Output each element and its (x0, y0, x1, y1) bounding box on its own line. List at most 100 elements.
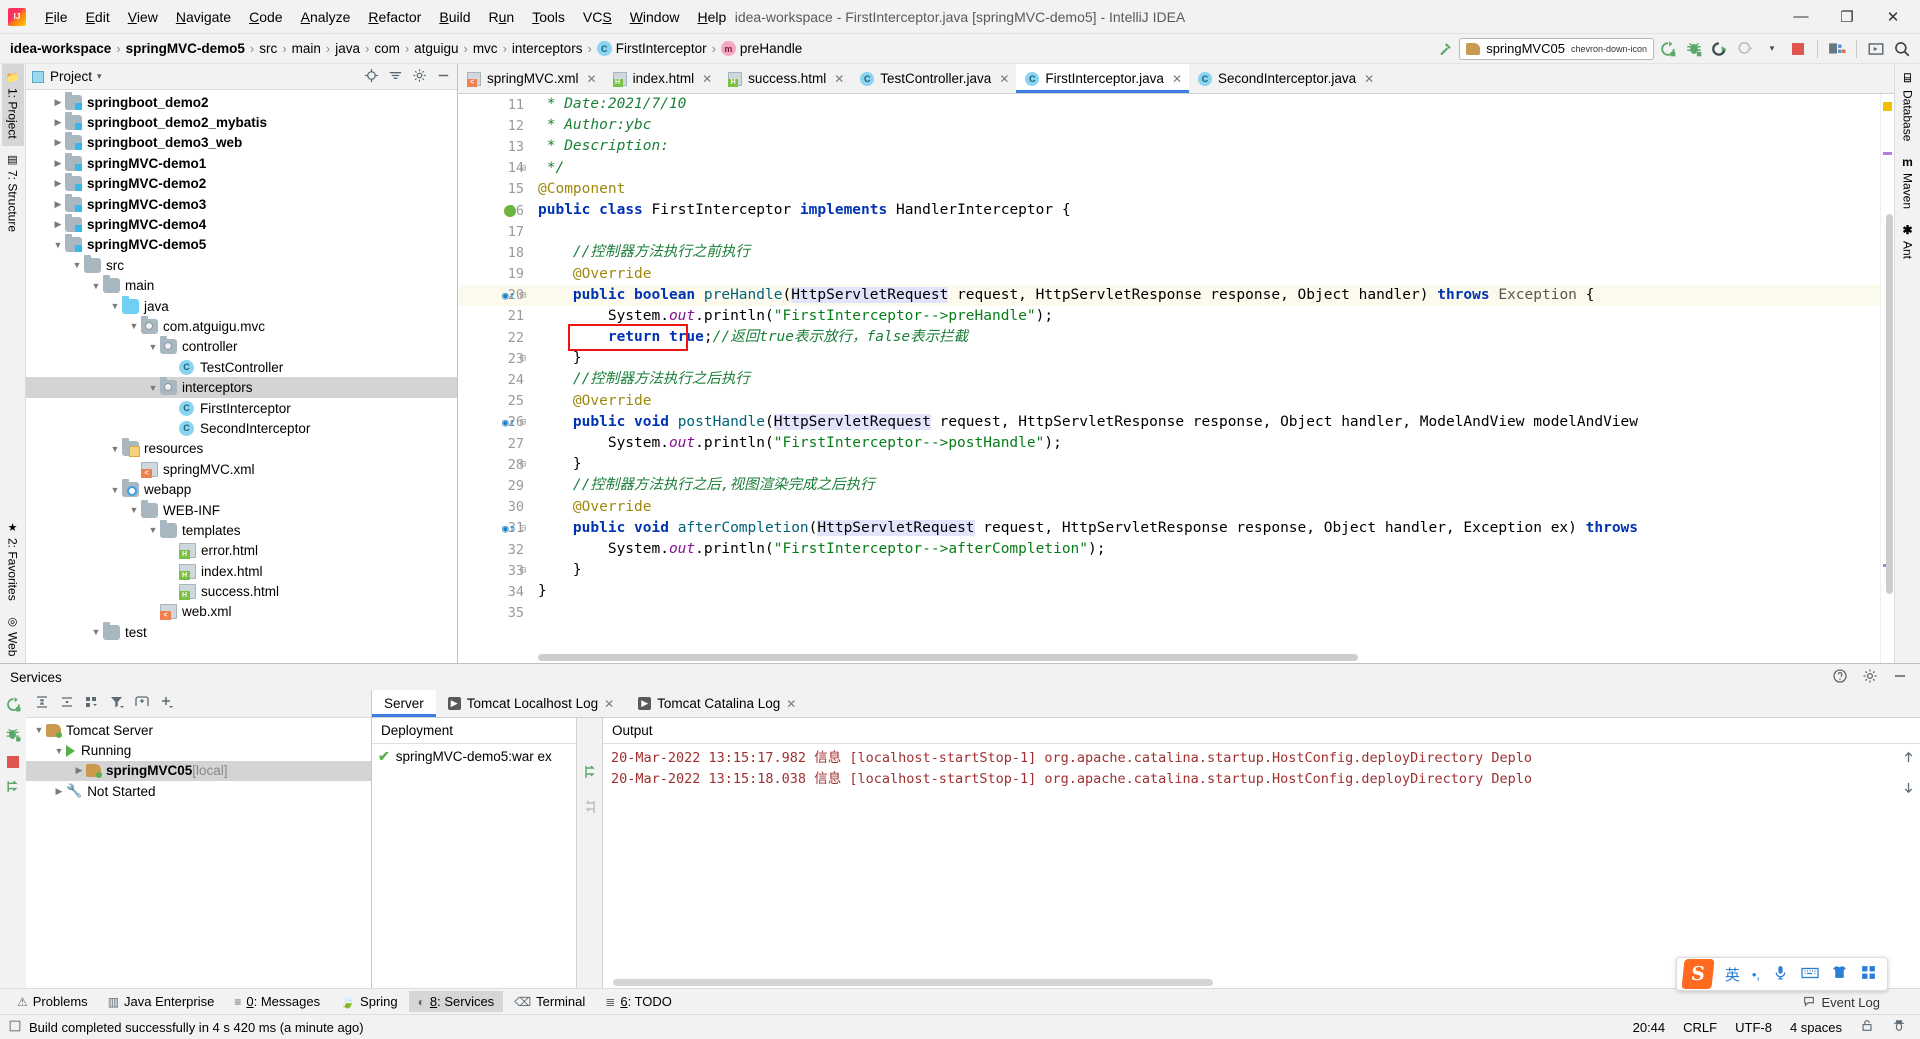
close-icon[interactable]: ✕ (834, 72, 844, 86)
tree-item[interactable]: ▼ java (26, 295, 457, 316)
filter-icon[interactable] (109, 694, 125, 713)
menu-help[interactable]: Help (689, 7, 736, 27)
scroll-up-icon[interactable] (1901, 750, 1916, 768)
menu-vcs[interactable]: VCS (574, 7, 621, 27)
code-text-area[interactable]: * Date:2021/7/10 * Author:ybc * Descript… (530, 94, 1880, 663)
sogou-logo-icon[interactable]: S (1681, 959, 1715, 989)
chevron-down-icon[interactable]: ▼ (146, 525, 160, 535)
code-line-13[interactable]: * Description: (530, 136, 1880, 157)
gutter-line-11[interactable]: 11 (458, 94, 530, 115)
gutter-line-29[interactable]: 29 (458, 475, 530, 496)
chevron-down-icon[interactable]: ▼ (108, 444, 122, 454)
tree-item[interactable]: ▶ springboot_demo3_web (26, 132, 457, 153)
close-icon[interactable]: ✕ (587, 72, 597, 86)
tree-item[interactable]: ▼ com.atguigu.mvc (26, 315, 457, 336)
tree-item[interactable]: ▶C TestController (26, 357, 457, 377)
tree-item[interactable]: ▶ springboot_demo2 (26, 91, 457, 112)
collapse-all-icon[interactable] (388, 68, 403, 86)
chevron-right-icon[interactable]: ▶ (165, 566, 179, 577)
service-tab-tomcat-catalina-log[interactable]: ▶ Tomcat Catalina Log ✕ (626, 690, 808, 717)
chevron-down-icon[interactable]: ▼ (52, 746, 66, 756)
debug-icon[interactable] (1682, 37, 1706, 61)
code-editor[interactable]: 11121314⊟151617181920◉↑⊟212223⊟242526◉↑⊟… (458, 94, 1894, 663)
tree-item[interactable]: ▼ interceptors (26, 377, 457, 398)
inspector-icon[interactable] (1892, 1018, 1912, 1036)
gutter-line-27[interactable]: 27 (458, 433, 530, 454)
add-tab-icon[interactable] (134, 694, 150, 713)
menu-refactor[interactable]: Refactor (359, 7, 430, 27)
code-line-11[interactable]: * Date:2021/7/10 (530, 94, 1880, 115)
mic-icon[interactable] (1772, 964, 1789, 984)
project-tree[interactable]: ▶ springboot_demo2 ▶ springboot_demo2_mybat… (26, 90, 457, 663)
hammer-icon[interactable] (1433, 37, 1457, 61)
gutter-line-21[interactable]: 21 (458, 306, 530, 327)
scrollbar-thumb[interactable] (613, 979, 1213, 986)
rerun-icon[interactable] (5, 696, 22, 716)
tree-item[interactable]: ▶ springboot_demo2_mybatis (26, 112, 457, 132)
chevron-right-icon[interactable]: ▶ (165, 423, 179, 434)
gutter-line-13[interactable]: 13 (458, 136, 530, 157)
tree-item[interactable]: ▼ springMVC-demo5 (26, 234, 457, 255)
chevron-right-icon[interactable]: ▶ (165, 545, 179, 556)
tool-window-8-services[interactable]: ◐ 8: Services (408, 991, 504, 1012)
editor-tab-testcontroller-java[interactable]: C TestController.java ✕ (851, 64, 1016, 93)
code-line-15[interactable]: @Component (530, 179, 1880, 200)
rail-web[interactable]: ◎ Web (2, 608, 24, 663)
code-line-17[interactable] (530, 221, 1880, 242)
menu-tools[interactable]: Tools (523, 7, 574, 27)
tree-item[interactable]: ▶ error.html (26, 541, 457, 561)
chevron-down-icon[interactable]: ▼ (32, 725, 46, 735)
scroll-down-icon[interactable] (1901, 780, 1916, 798)
close-icon[interactable]: ✕ (1172, 72, 1182, 86)
editor-tab-springmvc-xml[interactable]: springMVC.xml ✕ (458, 64, 604, 93)
tree-item[interactable]: ▼ WEB-INF (26, 499, 457, 520)
collapse-all-icon[interactable] (59, 694, 75, 713)
rail-1-project[interactable]: 📁 1: Project (1, 64, 24, 146)
menu-file[interactable]: File (36, 7, 77, 27)
gutter-line-32[interactable]: 32 (458, 539, 530, 560)
rail-database[interactable]: ⌸ Database (1897, 64, 1919, 148)
service-tree-item[interactable]: ▶ 🔧 Not Started (26, 781, 371, 801)
service-tree-item[interactable]: ▶ springMVC05 [local] (26, 760, 371, 782)
tree-item[interactable]: ▼ templates (26, 519, 457, 540)
code-line-12[interactable]: * Author:ybc (530, 115, 1880, 136)
fold-icon[interactable]: ⊟ (520, 565, 526, 576)
gutter-line-31[interactable]: 31 ◉↑ ⊟ (458, 518, 530, 539)
tree-item[interactable]: ▶ success.html (26, 581, 457, 601)
gutter-line-24[interactable]: 24 (458, 369, 530, 390)
scrollbar-thumb[interactable] (1886, 214, 1893, 594)
editor-tab-success-html[interactable]: success.html ✕ (719, 64, 851, 93)
breadcrumb-item-com[interactable]: com (374, 41, 400, 56)
breadcrumb-item-interceptors[interactable]: interceptors (512, 41, 583, 56)
locate-icon[interactable] (364, 68, 379, 86)
menu-view[interactable]: View (119, 7, 167, 27)
help-icon[interactable] (1832, 668, 1848, 687)
override-method-icon[interactable]: ◉↑ (502, 416, 515, 429)
gutter-line-16[interactable]: 16 (458, 200, 530, 221)
editor-tab-bar[interactable]: springMVC.xml✕index.html✕success.html✕CT… (458, 64, 1894, 94)
fold-icon[interactable]: ⊟ (520, 417, 526, 428)
gutter-line-26[interactable]: 26 ◉↑ ⊟ (458, 412, 530, 433)
close-button[interactable]: ✕ (1870, 0, 1916, 33)
spring-bean-icon[interactable] (504, 204, 516, 217)
event-log-button[interactable]: Event Log (1802, 994, 1880, 1011)
tree-item[interactable]: ▶C FirstInterceptor (26, 398, 457, 418)
rail-ant[interactable]: ✱ Ant (1897, 216, 1919, 266)
breadcrumb-item-idea-workspace[interactable]: idea-workspace (10, 41, 111, 56)
file-encoding[interactable]: UTF-8 (1735, 1020, 1772, 1035)
ime-toolbar[interactable]: S 英 •, (1675, 957, 1888, 991)
gutter-line-22[interactable]: 22 (458, 327, 530, 348)
chevron-right-icon[interactable]: ▶ (51, 137, 65, 148)
chevron-down-icon[interactable]: ▼ (108, 301, 122, 311)
gutter-line-17[interactable]: 17 (458, 221, 530, 242)
code-line-16[interactable]: public class FirstInterceptor implements… (530, 200, 1880, 221)
menu-edit[interactable]: Edit (77, 7, 119, 27)
close-icon[interactable]: ✕ (786, 697, 796, 711)
chevron-right-icon[interactable]: ▶ (51, 199, 65, 210)
gutter-line-35[interactable]: 35 (458, 603, 530, 624)
maximize-button[interactable]: ❐ (1824, 0, 1870, 33)
tree-item[interactable]: ▶C SecondInterceptor (26, 418, 457, 438)
chevron-down-icon[interactable]: ▼ (108, 485, 122, 495)
debug-icon[interactable] (5, 726, 22, 746)
menu-run[interactable]: Run (479, 7, 523, 27)
